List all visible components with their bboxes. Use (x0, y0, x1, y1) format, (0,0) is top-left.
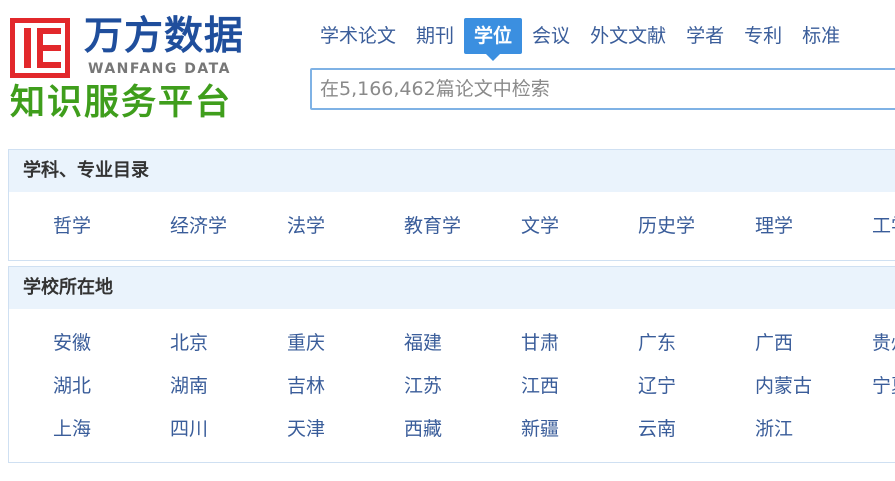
subject-directory-panel: 学科、专业目录 哲学 经济学 法学 教育学 文学 历史学 理学 工学 (8, 149, 895, 261)
location-link[interactable]: 江西 (521, 374, 559, 398)
search-box (310, 68, 895, 110)
subject-link[interactable]: 历史学 (638, 214, 695, 238)
location-link[interactable]: 江苏 (404, 374, 442, 398)
tab-foreign-literature[interactable]: 外文文献 (580, 18, 676, 54)
location-link[interactable]: 贵州 (872, 331, 895, 355)
location-link[interactable]: 湖北 (53, 374, 91, 398)
subject-directory-title: 学科、专业目录 (9, 150, 895, 192)
tab-journals[interactable]: 期刊 (406, 18, 464, 54)
search-input[interactable] (312, 70, 895, 108)
tab-conference[interactable]: 会议 (522, 18, 580, 54)
location-link[interactable]: 新疆 (521, 417, 559, 441)
location-link[interactable]: 辽宁 (638, 374, 676, 398)
tab-patents[interactable]: 专利 (734, 18, 792, 54)
tab-scholars[interactable]: 学者 (676, 18, 734, 54)
location-link[interactable]: 吉林 (287, 374, 325, 398)
location-link[interactable]: 广东 (638, 331, 676, 355)
location-link[interactable]: 上海 (53, 417, 91, 441)
tab-degree[interactable]: 学位 (464, 18, 523, 61)
tab-standards[interactable]: 标准 (792, 18, 850, 54)
brand-name-cn: 万方数据 (84, 14, 245, 59)
location-link[interactable]: 重庆 (287, 331, 325, 355)
brand-tagline: 知识服务平台 (10, 83, 233, 123)
location-link[interactable]: 甘肃 (521, 331, 559, 355)
brand-name-en: WANFANG DATA (88, 61, 231, 77)
location-link[interactable]: 北京 (170, 331, 208, 355)
subject-link[interactable]: 教育学 (404, 214, 461, 238)
tab-papers[interactable]: 学术论文 (310, 18, 406, 54)
school-location-panel: 学校所在地 安徽 北京 重庆 福建 甘肃 广东 广西 贵州 湖北 湖南 吉林 江… (8, 266, 895, 463)
subject-link[interactable]: 工学 (872, 214, 895, 238)
resource-type-tabs: 学术论文 期刊 学位 会议 外文文献 学者 专利 标准 (310, 18, 850, 61)
wanfang-logo-icon (10, 18, 70, 78)
location-link[interactable]: 西藏 (404, 417, 442, 441)
location-link[interactable]: 宁夏 (872, 374, 895, 398)
subject-link[interactable]: 经济学 (170, 214, 227, 238)
subject-link[interactable]: 哲学 (53, 214, 91, 238)
location-link[interactable]: 浙江 (755, 417, 793, 441)
location-link[interactable]: 安徽 (53, 331, 91, 355)
location-link[interactable]: 福建 (404, 331, 442, 355)
location-link[interactable]: 内蒙古 (755, 374, 812, 398)
location-link[interactable]: 云南 (638, 417, 676, 441)
location-link[interactable]: 四川 (170, 417, 208, 441)
wanfang-logo[interactable]: 万方数据 WANFANG DATA 知识服务平台 (10, 14, 280, 126)
subject-link[interactable]: 理学 (755, 214, 793, 238)
location-link[interactable]: 天津 (287, 417, 325, 441)
subject-link[interactable]: 文学 (521, 214, 559, 238)
location-link[interactable]: 广西 (755, 331, 793, 355)
school-location-title: 学校所在地 (9, 267, 895, 309)
subject-link[interactable]: 法学 (287, 214, 325, 238)
location-link[interactable]: 湖南 (170, 374, 208, 398)
